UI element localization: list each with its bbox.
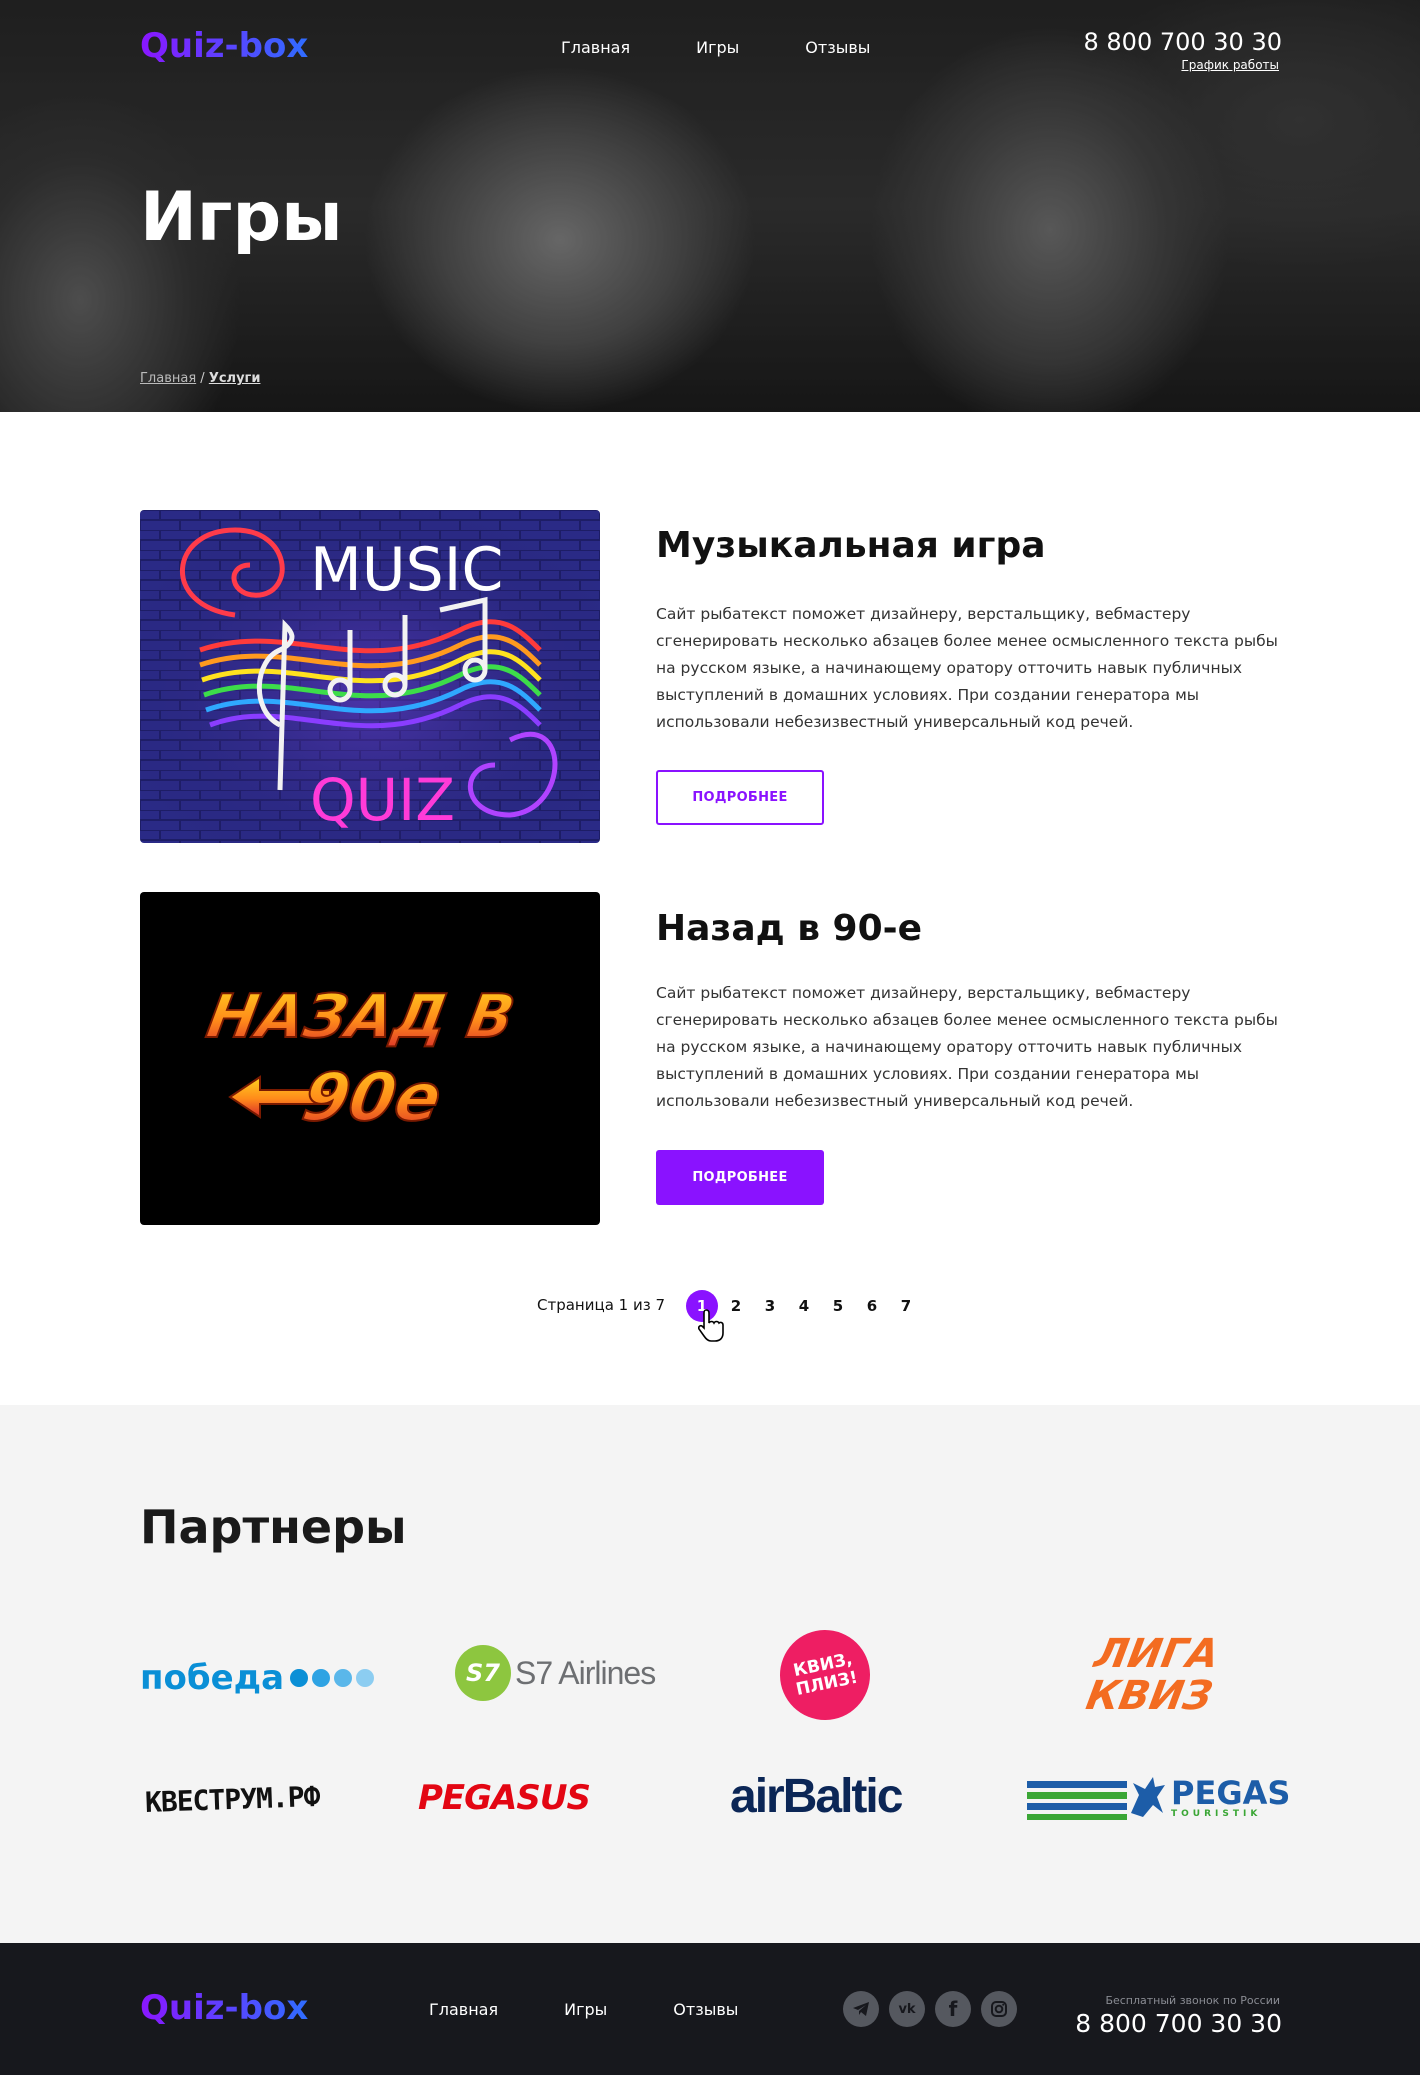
footer-logo[interactable]: Quiz-box <box>140 1988 308 2028</box>
kvestrum-wordmark: КВЕСТРУМ.РФ <box>144 1779 320 1820</box>
pegas-stripes-icon <box>1027 1781 1127 1820</box>
touristik-wordmark: TOURISTIK <box>1171 1809 1262 1819</box>
footer-nav-games[interactable]: Игры <box>564 2000 607 2019</box>
kviz-pliz-wordmark: КВИЗ, ПЛИЗ! <box>791 1649 860 1701</box>
game-title[interactable]: Назад в 90-е <box>656 908 922 949</box>
game-description: Сайт рыбатекст поможет дизайнеру, верста… <box>656 605 1278 731</box>
breadcrumb-separator: / <box>196 371 209 386</box>
page-title: Игры <box>140 178 343 257</box>
pegasus-wordmark: PEGASUS <box>418 1778 591 1818</box>
footer-phone[interactable]: 8 800 700 30 30 <box>1075 2009 1282 2038</box>
footer-phone-caption: Бесплатный звонок по России <box>1105 1994 1280 2007</box>
music-art-text: MUSIC <box>310 535 503 605</box>
partner-logo-pegas-touristik[interactable]: PEGAS TOURISTIK <box>1027 1773 1290 1823</box>
s7-circle-icon: S7 <box>455 1645 511 1701</box>
partner-logo-pobeda[interactable]: победа <box>140 1658 375 1698</box>
nav-item-games[interactable]: Игры <box>696 38 739 57</box>
airbaltic-wordmark: airBaltic <box>730 1770 903 1823</box>
90s-art-line1: НАЗАД В <box>202 982 520 1051</box>
partner-logo-kvestrum[interactable]: КВЕСТРУМ.РФ <box>144 1780 319 1819</box>
pobeda-dots-icon <box>290 1669 375 1687</box>
hand-cursor-icon <box>698 1309 724 1342</box>
page-4[interactable]: 4 <box>788 1290 820 1322</box>
header-phone[interactable]: 8 800 700 30 30 <box>1084 28 1282 56</box>
game-image-music[interactable]: MUSIC QUIZ <box>140 510 600 843</box>
page-2[interactable]: 2 <box>720 1290 752 1322</box>
game-image-90s[interactable]: НАЗАД В 90е <box>140 892 600 1225</box>
pobeda-wordmark: победа <box>140 1658 285 1698</box>
telegram-icon[interactable] <box>843 1991 879 2027</box>
page-6[interactable]: 6 <box>856 1290 888 1322</box>
footer: Quiz-box Главная Игры Отзывы vk f Бесплатн… <box>0 1943 1420 2075</box>
schedule-link[interactable]: График работы <box>1181 58 1279 72</box>
game-description: Сайт рыбатекст поможет дизайнеру, верста… <box>656 984 1278 1110</box>
partner-logo-kviz-pliz[interactable]: КВИЗ, ПЛИЗ! <box>771 1621 879 1729</box>
pagination-label: Страница 1 из 7 <box>537 1296 665 1314</box>
footer-nav-reviews[interactable]: Отзывы <box>673 2000 738 2019</box>
details-button[interactable]: ПОДРОБНЕЕ <box>656 770 824 825</box>
vk-icon[interactable]: vk <box>889 1991 925 2027</box>
partner-logo-pegasus[interactable]: PEGASUS <box>418 1778 591 1818</box>
breadcrumb: Главная / Услуги <box>140 371 260 386</box>
details-button[interactable]: ПОДРОБНЕЕ <box>656 1150 824 1205</box>
90s-art-line2: 90е <box>297 1058 447 1135</box>
liga-kviz-wordmark: ЛИГА КВИЗ <box>1082 1631 1223 1719</box>
partners-title: Партнеры <box>140 1500 407 1554</box>
instagram-icon[interactable] <box>981 1991 1017 2027</box>
logo[interactable]: Quiz-box <box>140 26 308 66</box>
page-7[interactable]: 7 <box>890 1290 922 1322</box>
partners-section: Партнеры победа S7 S7 Airlines КВИЗ, ПЛИ… <box>0 1405 1420 1943</box>
partner-logo-airbaltic[interactable]: airBaltic <box>730 1769 903 1824</box>
footer-nav-home[interactable]: Главная <box>429 2000 498 2019</box>
facebook-icon[interactable]: f <box>935 1991 971 2027</box>
game-title[interactable]: Музыкальная игра <box>656 525 1046 566</box>
partner-logo-s7[interactable]: S7 S7 Airlines <box>455 1645 656 1701</box>
main-nav: Главная Игры Отзывы <box>561 38 936 58</box>
s7-wordmark: S7 Airlines <box>515 1654 656 1691</box>
breadcrumb-home[interactable]: Главная <box>140 371 196 386</box>
music-quiz-art: MUSIC QUIZ <box>140 510 600 843</box>
back-to-90s-art: НАЗАД В 90е <box>201 981 521 1136</box>
page-5[interactable]: 5 <box>822 1290 854 1322</box>
hero-section: Quiz-box Главная Игры Отзывы 8 800 700 30 … <box>0 0 1420 412</box>
nav-item-reviews[interactable]: Отзывы <box>805 38 870 57</box>
partner-logo-liga-kviz[interactable]: ЛИГА КВИЗ <box>1081 1631 1226 1719</box>
nav-item-home[interactable]: Главная <box>561 38 630 57</box>
breadcrumb-current[interactable]: Услуги <box>209 371 261 386</box>
social-links: vk f <box>843 1991 1017 2027</box>
pegasus-horse-icon <box>1131 1777 1165 1817</box>
pegas-wordmark: PEGAS <box>1171 1774 1291 1812</box>
quiz-art-text: QUIZ <box>310 766 455 834</box>
page-3[interactable]: 3 <box>754 1290 786 1322</box>
footer-nav: Главная Игры Отзывы <box>429 2000 804 2020</box>
